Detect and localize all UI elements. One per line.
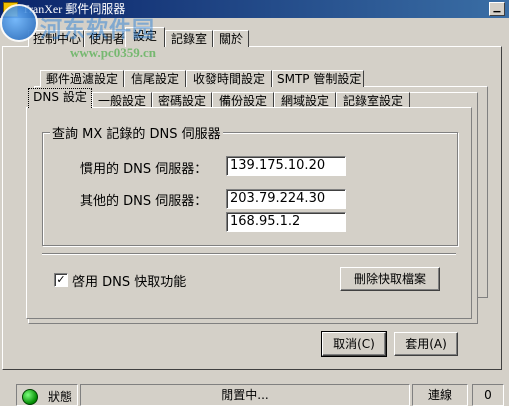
apply-button[interactable]: 套用(A) bbox=[394, 332, 458, 356]
tab-logs[interactable]: 記錄室 bbox=[165, 30, 213, 47]
tab-about[interactable]: 關於 bbox=[213, 30, 249, 47]
dns-cache-checkbox[interactable]: ✓ bbox=[54, 273, 68, 287]
dns-cache-label: 啓用 DNS 快取功能 bbox=[72, 275, 187, 290]
minimize-button[interactable]: ▁ bbox=[489, 2, 505, 16]
tab-mail-filter[interactable]: 郵件過濾設定 bbox=[40, 70, 124, 87]
other-dns-input-1[interactable]: 203.79.224.30 bbox=[226, 189, 346, 209]
cancel-button[interactable]: 取消(C) bbox=[321, 331, 387, 357]
watermark-logo bbox=[0, 4, 38, 42]
preferred-dns-input[interactable]: 139.175.10.20 bbox=[226, 156, 346, 176]
preferred-dns-label: 慣用的 DNS 伺服器： bbox=[80, 162, 208, 177]
tab-signature[interactable]: 信尾設定 bbox=[124, 70, 186, 87]
panel-divider bbox=[42, 253, 456, 255]
other-dns-label: 其他的 DNS 伺服器： bbox=[80, 194, 208, 209]
watermark-title: 河东软件园 bbox=[40, 18, 156, 43]
tab-schedule[interactable]: 收發時間設定 bbox=[186, 70, 272, 87]
connection-label: 連線 bbox=[412, 384, 468, 406]
dns-group-title: 查詢 MX 記錄的 DNS 伺服器 bbox=[50, 123, 223, 142]
status-text: 閒置中... bbox=[80, 384, 410, 406]
other-dns-input-2[interactable]: 168.95.1.2 bbox=[226, 212, 346, 232]
status-led-icon bbox=[22, 389, 38, 405]
watermark-url: www.pc0359.cn bbox=[70, 45, 156, 60]
status-label: 狀態 bbox=[48, 390, 73, 404]
tab-dns-settings[interactable]: DNS 設定 bbox=[28, 88, 92, 108]
tab-smtp-control[interactable]: SMTP 管制設定 bbox=[272, 70, 364, 87]
connection-count: 0 bbox=[472, 384, 504, 406]
clear-cache-button[interactable]: 刪除快取檔案 bbox=[340, 267, 440, 291]
